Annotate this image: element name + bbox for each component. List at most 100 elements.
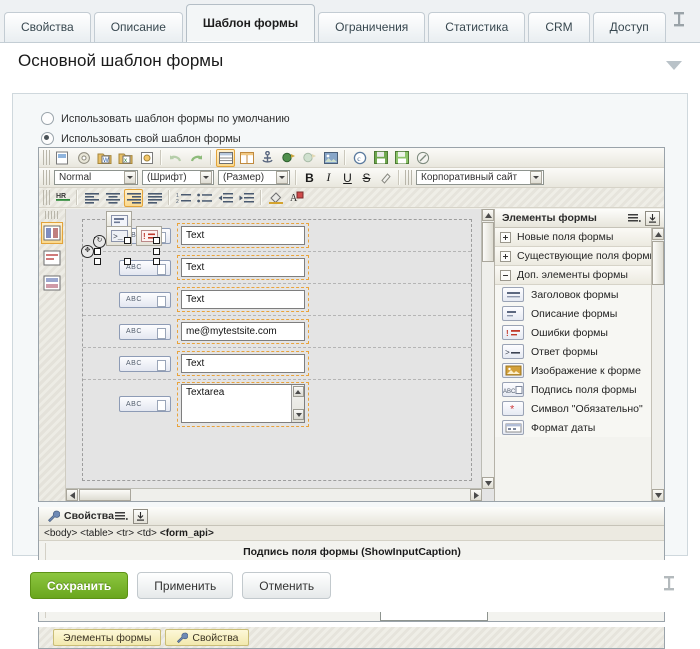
table-properties-icon[interactable] (237, 149, 256, 167)
background-color-icon[interactable] (266, 189, 285, 207)
toolbar-grip[interactable] (405, 170, 412, 185)
chevron-down-icon[interactable] (200, 171, 212, 184)
hamburger-menu-icon[interactable] (626, 211, 642, 226)
scroll-down-icon[interactable] (652, 489, 664, 501)
plus-icon[interactable] (500, 231, 511, 243)
move-handle-icon[interactable]: ✥ (81, 245, 94, 258)
site-select[interactable]: Корпоративный сайт (416, 170, 544, 185)
scroll-down-icon[interactable] (482, 477, 494, 489)
indent-icon[interactable] (237, 189, 256, 207)
template-mode-option-1[interactable]: Использовать свой шаблон формы (41, 130, 290, 147)
dock-item-0[interactable]: Заголовок формы (495, 285, 664, 304)
form-textarea[interactable]: Textarea (181, 384, 305, 423)
chevron-down-icon[interactable] (124, 171, 136, 184)
dock-tab-1[interactable]: Свойства (165, 629, 249, 646)
form-input[interactable]: Text (181, 226, 305, 245)
unlink-icon[interactable] (300, 149, 319, 167)
bold-icon[interactable]: B (301, 169, 318, 186)
outdent-icon[interactable] (216, 189, 235, 207)
insert-image-icon[interactable] (321, 149, 340, 167)
style-select[interactable]: Normal (54, 170, 138, 185)
form-row[interactable]: ABC Text (83, 284, 471, 316)
italic-icon[interactable]: I (320, 169, 337, 186)
canvas-scroll-thumb-h[interactable] (79, 489, 131, 501)
scroll-up-icon[interactable] (652, 228, 664, 240)
clear-format-icon[interactable] (377, 169, 394, 186)
dock-tab-0[interactable]: Элементы формы (53, 629, 162, 646)
strikethrough-icon[interactable]: S (358, 169, 375, 186)
dock-group-2[interactable]: Доп. элементы формы (495, 266, 664, 285)
tab-2[interactable]: Шаблон формы (185, 4, 316, 42)
redo-icon[interactable] (187, 149, 206, 167)
chevron-down-icon[interactable] (666, 61, 682, 70)
dock-group-1[interactable]: Существующие поля формы (495, 247, 664, 266)
form-view-icon[interactable] (41, 222, 63, 244)
dock-scroll-thumb[interactable] (652, 241, 664, 285)
settings-gear-icon[interactable] (74, 149, 93, 167)
tab-6[interactable]: Доступ (592, 12, 666, 42)
align-justify-icon[interactable] (145, 189, 164, 207)
copyright-icon[interactable]: c (350, 149, 369, 167)
dock-item-6[interactable]: * Символ "Обязательно" (495, 399, 664, 418)
canvas-vertical-scrollbar[interactable] (481, 209, 494, 489)
dock-item-3[interactable]: > Ответ формы (495, 342, 664, 361)
toolbar-grip[interactable] (43, 150, 50, 165)
scroll-up-icon[interactable] (292, 386, 304, 397)
form-errors-view-icon[interactable] (41, 247, 63, 269)
dock-item-1[interactable]: Описание формы (495, 304, 664, 323)
textarea-scrollbar[interactable] (291, 385, 304, 422)
apply-button[interactable]: Применить (137, 572, 234, 599)
scroll-up-icon[interactable] (482, 209, 494, 221)
align-left-icon[interactable] (82, 189, 101, 207)
align-right-icon[interactable] (124, 188, 143, 207)
dock-item-4[interactable]: Изображение к форме (495, 361, 664, 380)
template-mode-option-0[interactable]: Использовать шаблон формы по умолчанию (41, 110, 290, 127)
dock-item-7[interactable]: Формат даты (495, 418, 664, 437)
underline-icon[interactable]: U (339, 169, 356, 186)
preview-icon[interactable] (137, 149, 156, 167)
dock-group-0[interactable]: Новые поля формы (495, 228, 664, 247)
import-excel-icon[interactable]: x (116, 149, 135, 167)
chevron-down-icon[interactable] (530, 171, 542, 184)
canvas-horizontal-scrollbar[interactable] (66, 488, 482, 501)
unordered-list-icon[interactable] (195, 189, 214, 207)
toolbar-grip[interactable] (43, 190, 50, 205)
save-as-icon[interactable] (371, 149, 390, 167)
collapse-down-icon[interactable] (645, 210, 660, 226)
toolbar-grip[interactable] (43, 170, 50, 185)
horizontal-rule-icon[interactable]: HR (53, 189, 72, 207)
form-input[interactable]: me@mytestsite.com (181, 322, 305, 341)
chevron-down-icon[interactable] (276, 171, 288, 184)
radio-button-icon[interactable] (41, 112, 54, 125)
form-row[interactable]: ABC Textarea (83, 380, 471, 428)
spellcheck-icon[interactable] (413, 149, 432, 167)
breadcrumb[interactable]: <body> <table> <tr> <td> <form_api> (39, 526, 664, 541)
collapse-down-icon[interactable] (132, 508, 148, 524)
form-caption-field[interactable]: ABC (119, 355, 171, 372)
pin-icon[interactable] (670, 10, 688, 32)
hamburger-menu-icon[interactable] (114, 509, 130, 524)
tab-1[interactable]: Описание (93, 12, 183, 42)
scroll-right-icon[interactable] (470, 489, 482, 501)
tab-5[interactable]: CRM (528, 12, 590, 42)
sidebar-grip[interactable] (45, 211, 59, 219)
form-row[interactable]: ABC Text (83, 348, 471, 380)
tab-4[interactable]: Статистика (428, 12, 526, 42)
rotate-handle-icon[interactable]: ↻ (93, 235, 106, 248)
link-icon[interactable] (279, 149, 298, 167)
form-input[interactable]: Text (181, 290, 305, 309)
ordered-list-icon[interactable]: 12 (174, 189, 193, 207)
dock-item-5[interactable]: ABC Подпись поля формы (495, 380, 664, 399)
save-icon[interactable] (392, 149, 411, 167)
new-document-icon[interactable] (53, 149, 72, 167)
tab-0[interactable]: Свойства (4, 12, 91, 42)
pin-icon[interactable] (660, 574, 678, 596)
scroll-left-icon[interactable] (66, 489, 78, 501)
align-center-icon[interactable] (103, 189, 122, 207)
plus-icon[interactable] (500, 250, 511, 262)
font-select[interactable]: (Шрифт) (142, 170, 214, 185)
size-select[interactable]: (Размер) (218, 170, 290, 185)
form-canvas[interactable]: ABC Text ABC Text ABC Text ABC me@mytestsite.co… (66, 209, 494, 501)
dock-item-2[interactable]: ! Ошибки формы (495, 323, 664, 342)
dock-scrollbar[interactable] (651, 228, 664, 501)
